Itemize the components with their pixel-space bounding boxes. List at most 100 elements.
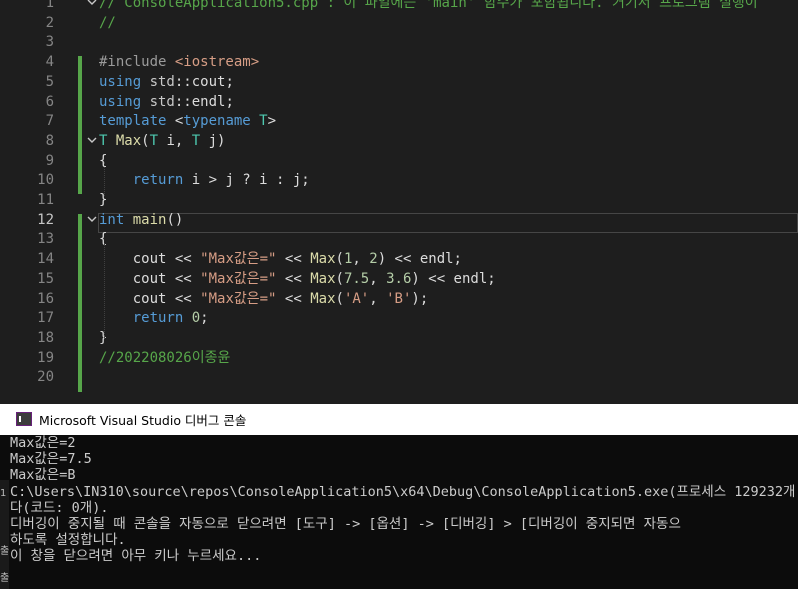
code-token: (: [141, 132, 150, 149]
code-token: );: [411, 290, 429, 307]
code-token: using: [99, 73, 150, 90]
chevron-down-icon[interactable]: [86, 134, 98, 150]
code-token: ,: [369, 290, 387, 307]
code-token: Max: [310, 290, 336, 307]
code-token: return: [132, 172, 192, 189]
code-line[interactable]: #include <iostream>: [99, 53, 259, 73]
code-token: ::: [174, 93, 192, 110]
code-token: ) << endl;: [411, 270, 496, 287]
code-line[interactable]: using std::endl;: [99, 93, 234, 113]
vs-console-icon: [16, 412, 32, 426]
code-line[interactable]: int main(): [99, 211, 183, 231]
code-token: Max: [115, 132, 142, 149]
code-token: endl: [191, 93, 226, 110]
code-line[interactable]: return 0;: [99, 309, 209, 329]
console-output-line: 이 창을 닫으려면 아무 키나 누르세요...: [10, 548, 262, 565]
console-output-line: 디버깅이 중지될 때 콘솔을 자동으로 닫으려면 [도구] -> [옵션] ->…: [10, 515, 681, 532]
code-token: cout <<: [99, 251, 201, 268]
code-line[interactable]: template <typename T>: [99, 112, 276, 132]
console-output-line: Max값은=2: [10, 435, 76, 451]
code-line[interactable]: T Max(T i, T j): [99, 132, 225, 152]
line-number: 10: [37, 172, 54, 189]
code-token: j: [208, 132, 218, 149]
code-token: #include: [99, 54, 175, 71]
code-token: using: [99, 93, 150, 110]
line-number: 17: [37, 310, 54, 327]
code-line[interactable]: cout << "Max값은=" << Max(1, 2) << endl;: [99, 250, 462, 270]
console-output-line: Max값은=7.5: [10, 451, 92, 468]
code-token: <iostream>: [174, 54, 260, 71]
code-token: return: [132, 310, 192, 327]
debug-console-window[interactable]: Microsoft Visual Studio 디버그 콘솔 Max값은=2 Ma…: [0, 404, 798, 589]
line-number: 6: [45, 93, 54, 110]
code-token: "Max값은=": [200, 270, 277, 287]
code-token: 'A': [343, 290, 370, 307]
code-token: //: [99, 14, 116, 31]
line-number: 1: [45, 0, 54, 11]
console-output-line: 하도록 설정합니다.: [10, 532, 126, 549]
console-output-line: 다(코드: 0개).: [10, 499, 109, 516]
side-panel-label: 출: [0, 546, 10, 557]
code-token: "Max값은=": [200, 290, 277, 307]
line-number-margin: 1 2 3 4 5 6 7 8 9 10 11 12 13 14 15 16 17 18 19 20: [10, 0, 60, 404]
line-number: 19: [37, 349, 54, 366]
code-token: >: [267, 113, 277, 130]
code-token: 'B': [386, 290, 412, 307]
code-token: main: [132, 211, 167, 228]
code-token: ::: [174, 73, 192, 90]
current-line-highlight: [98, 213, 798, 233]
line-number: 20: [37, 369, 54, 386]
line-number: 15: [37, 270, 54, 287]
console-title-bar[interactable]: Microsoft Visual Studio 디버그 콘솔: [0, 404, 798, 435]
code-token: T: [149, 132, 167, 149]
code-token: cout <<: [99, 290, 201, 307]
code-token: std: [149, 93, 175, 110]
line-number: 9: [45, 152, 54, 169]
line-number: 14: [37, 251, 54, 268]
code-line[interactable]: //: [99, 14, 116, 34]
code-token: (: [335, 270, 344, 287]
code-token: cout <<: [99, 270, 201, 287]
line-number: 5: [45, 73, 54, 90]
side-panel-label: 1: [0, 488, 7, 499]
console-output: Max값은=2 Max값은=7.5 Max값은=B C:\Users\IN310\so…: [10, 435, 798, 565]
code-editor[interactable]: 1 2 3 4 5 6 7 8 9 10 11 12 13 14 15 16 17 18 19 20 // Conso…: [0, 0, 798, 404]
code-token: "Max값은=": [200, 251, 277, 268]
line-number: 8: [45, 132, 54, 149]
code-token: (: [335, 251, 344, 268]
code-token: ) << endl;: [377, 251, 462, 268]
clipped-side-panel: 1 출 출: [0, 480, 9, 589]
line-number: 4: [45, 54, 54, 71]
console-output-line: Max값은=B: [10, 467, 76, 484]
code-line[interactable]: // ConsoleApplication5.cpp : 이 파일에는 'mai…: [99, 0, 758, 14]
code-token: (): [166, 211, 184, 228]
code-token: cout: [191, 73, 226, 90]
code-token: <<: [276, 251, 311, 268]
code-token: (: [335, 290, 344, 307]
code-token: 3.6: [386, 270, 412, 287]
code-token: i: [166, 132, 175, 149]
chevron-down-icon[interactable]: [86, 213, 98, 229]
chevron-down-icon[interactable]: [86, 0, 98, 12]
code-token: ;: [225, 93, 234, 110]
code-token: // ConsoleApplication5.cpp : 이 파일에는 'mai…: [99, 0, 758, 11]
line-number: 2: [45, 14, 54, 31]
code-token: T: [259, 113, 268, 130]
code-token: <<: [276, 270, 311, 287]
code-line[interactable]: cout << "Max값은=" << Max('A', 'B');: [99, 290, 429, 310]
code-token: ,: [174, 132, 192, 149]
code-token: i > j ? i : j;: [191, 172, 310, 189]
change-tracking-bar: [78, 56, 82, 194]
editor-gutter: [0, 0, 10, 404]
side-panel-label: 출: [0, 573, 10, 584]
code-token: ,: [352, 251, 370, 268]
code-token: 7.5: [343, 270, 370, 287]
code-token: Max: [310, 251, 336, 268]
code-line[interactable]: //202208026이종윤: [99, 349, 230, 369]
code-line[interactable]: cout << "Max값은=" << Max(7.5, 3.6) << end…: [99, 270, 496, 290]
code-token: int: [99, 211, 133, 228]
code-token: T: [99, 132, 116, 149]
code-line[interactable]: using std::cout;: [99, 73, 234, 93]
code-line[interactable]: return i > j ? i : j;: [99, 171, 310, 191]
line-number: 12: [37, 211, 54, 228]
